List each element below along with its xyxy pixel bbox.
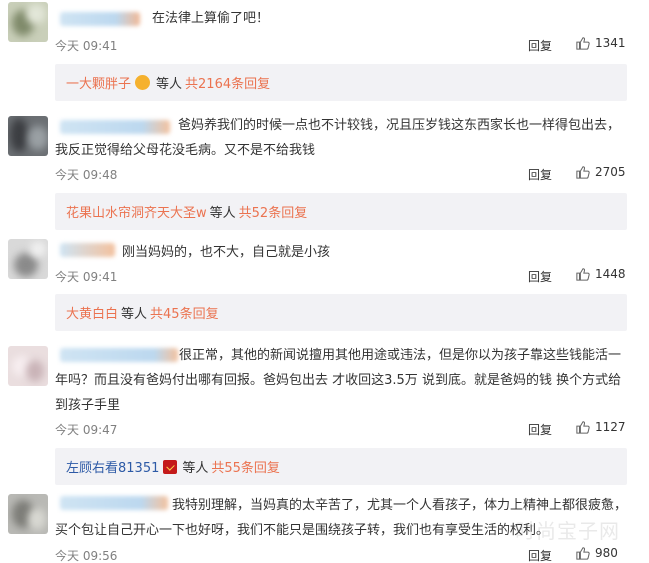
comment-text: 很正常，其他的新闻说擅用其他用途或违法，但是你以为孩子靠这些钱能活一年吗？而且没…: [55, 348, 622, 413]
reply-user[interactable]: 大黄白白: [66, 303, 118, 322]
reply-user[interactable]: 一大颗胖子: [66, 73, 131, 92]
avatar[interactable]: [8, 2, 48, 42]
like-button[interactable]: 1341: [576, 36, 626, 50]
avatar[interactable]: [8, 494, 48, 534]
red-badge-icon: [163, 459, 178, 474]
thumbs-up-icon: [576, 421, 590, 434]
like-button[interactable]: 2705: [576, 165, 626, 179]
comment-time: 今天 09:47: [55, 423, 118, 437]
reply-user[interactable]: 花果山水帘洞齐天大圣w: [66, 202, 207, 221]
comment-text: 爸妈养我们的时候一点也不计较钱，况且压岁钱这东西家长也一样得包出去，我反正觉得给…: [55, 118, 621, 158]
replies-mid-text: 等人: [121, 307, 148, 322]
like-count: 1127: [595, 420, 626, 434]
like-button[interactable]: 1127: [576, 420, 626, 434]
reply-count-link[interactable]: 共55条回复: [211, 457, 280, 476]
username-blurred[interactable]: [60, 243, 115, 257]
thumbs-up-icon: [576, 268, 590, 281]
reply-count-link[interactable]: 共2164条回复: [185, 73, 270, 92]
reply-count-link[interactable]: 共45条回复: [150, 303, 219, 322]
reply-button[interactable]: 回复: [528, 421, 552, 438]
comment-time: 今天 09:48: [55, 168, 118, 182]
comment-text: 刚当妈妈的，也不大，自己就是小孩: [122, 245, 331, 260]
avatar[interactable]: [8, 116, 48, 156]
reply-button[interactable]: 回复: [528, 37, 552, 54]
comment-text: 在法律上算偷了吧！: [152, 11, 270, 26]
site-watermark: 时尚宝子网: [515, 519, 620, 543]
like-button[interactable]: 1448: [576, 267, 626, 281]
replies-mid-text: 等人: [209, 206, 236, 221]
avatar[interactable]: [8, 346, 48, 386]
reply-count-link[interactable]: 共52条回复: [239, 202, 308, 221]
heart-eyes-emoji-icon: [135, 75, 151, 90]
replies-summary[interactable]: 左顾右看81351 等人 共55条回复: [55, 448, 627, 485]
like-count: 2705: [595, 165, 626, 179]
replies-summary[interactable]: 一大颗胖子 等人 共2164条回复: [55, 64, 627, 101]
replies-mid-text: 等人: [156, 77, 183, 92]
avatar[interactable]: [8, 239, 48, 279]
comment-time: 今天 09:56: [55, 549, 118, 563]
comment-time: 今天 09:41: [55, 39, 118, 53]
like-count: 1448: [595, 267, 626, 281]
replies-summary[interactable]: 大黄白白 等人 共45条回复: [55, 294, 627, 331]
username-blurred[interactable]: [60, 12, 140, 26]
thumbs-up-icon: [576, 166, 590, 179]
comment-time: 今天 09:41: [55, 270, 118, 284]
thumbs-up-icon: [576, 37, 590, 50]
reply-button[interactable]: 回复: [528, 268, 552, 285]
reply-user[interactable]: 左顾右看81351: [66, 457, 159, 476]
replies-summary[interactable]: 花果山水帘洞齐天大圣w 等人 共52条回复: [55, 193, 627, 230]
like-count: 1341: [595, 36, 626, 50]
replies-mid-text: 等人: [182, 461, 209, 476]
reply-button[interactable]: 回复: [528, 166, 552, 183]
